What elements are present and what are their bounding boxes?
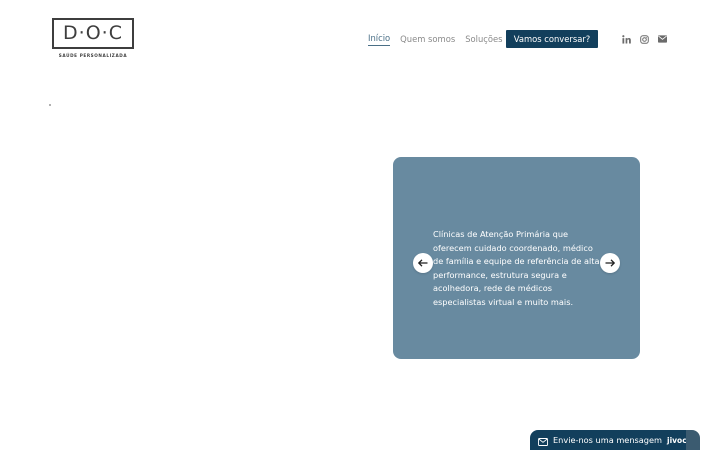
linkedin-icon[interactable] [621,34,631,44]
logo[interactable]: D·O·C SAÚDE PERSONALIZADA [52,18,134,58]
logo-tagline: SAÚDE PERSONALIZADA [58,53,128,58]
nav-link-solucoes[interactable]: Soluções [465,30,502,48]
envelope-icon [538,431,548,450]
logo-mark: D·O·C [63,22,123,44]
logo-box: D·O·C [52,18,134,49]
arrow-right-icon [605,259,615,267]
carousel-prev-button[interactable] [413,253,433,273]
nav-link-inicio[interactable]: Início [368,32,391,46]
main-nav: Início Quem somos Soluções [368,30,513,48]
decorative-dot [49,104,51,106]
chat-widget-button[interactable]: Envie-nos uma mensagem jivochat [530,430,701,450]
nav-link-quem-somos[interactable]: Quem somos [400,30,455,48]
email-icon[interactable] [657,34,667,44]
carousel-text: Clínicas de Atenção Primária que oferece… [433,229,600,307]
chat-label: Envie-nos uma mensagem [553,435,663,445]
chat-widget-tab [686,430,700,450]
contact-cta-button[interactable]: Vamos conversar? [506,30,598,48]
carousel-next-button[interactable] [600,253,620,273]
social-links [621,34,675,44]
arrow-left-icon [418,259,428,267]
instagram-icon[interactable] [639,34,649,44]
